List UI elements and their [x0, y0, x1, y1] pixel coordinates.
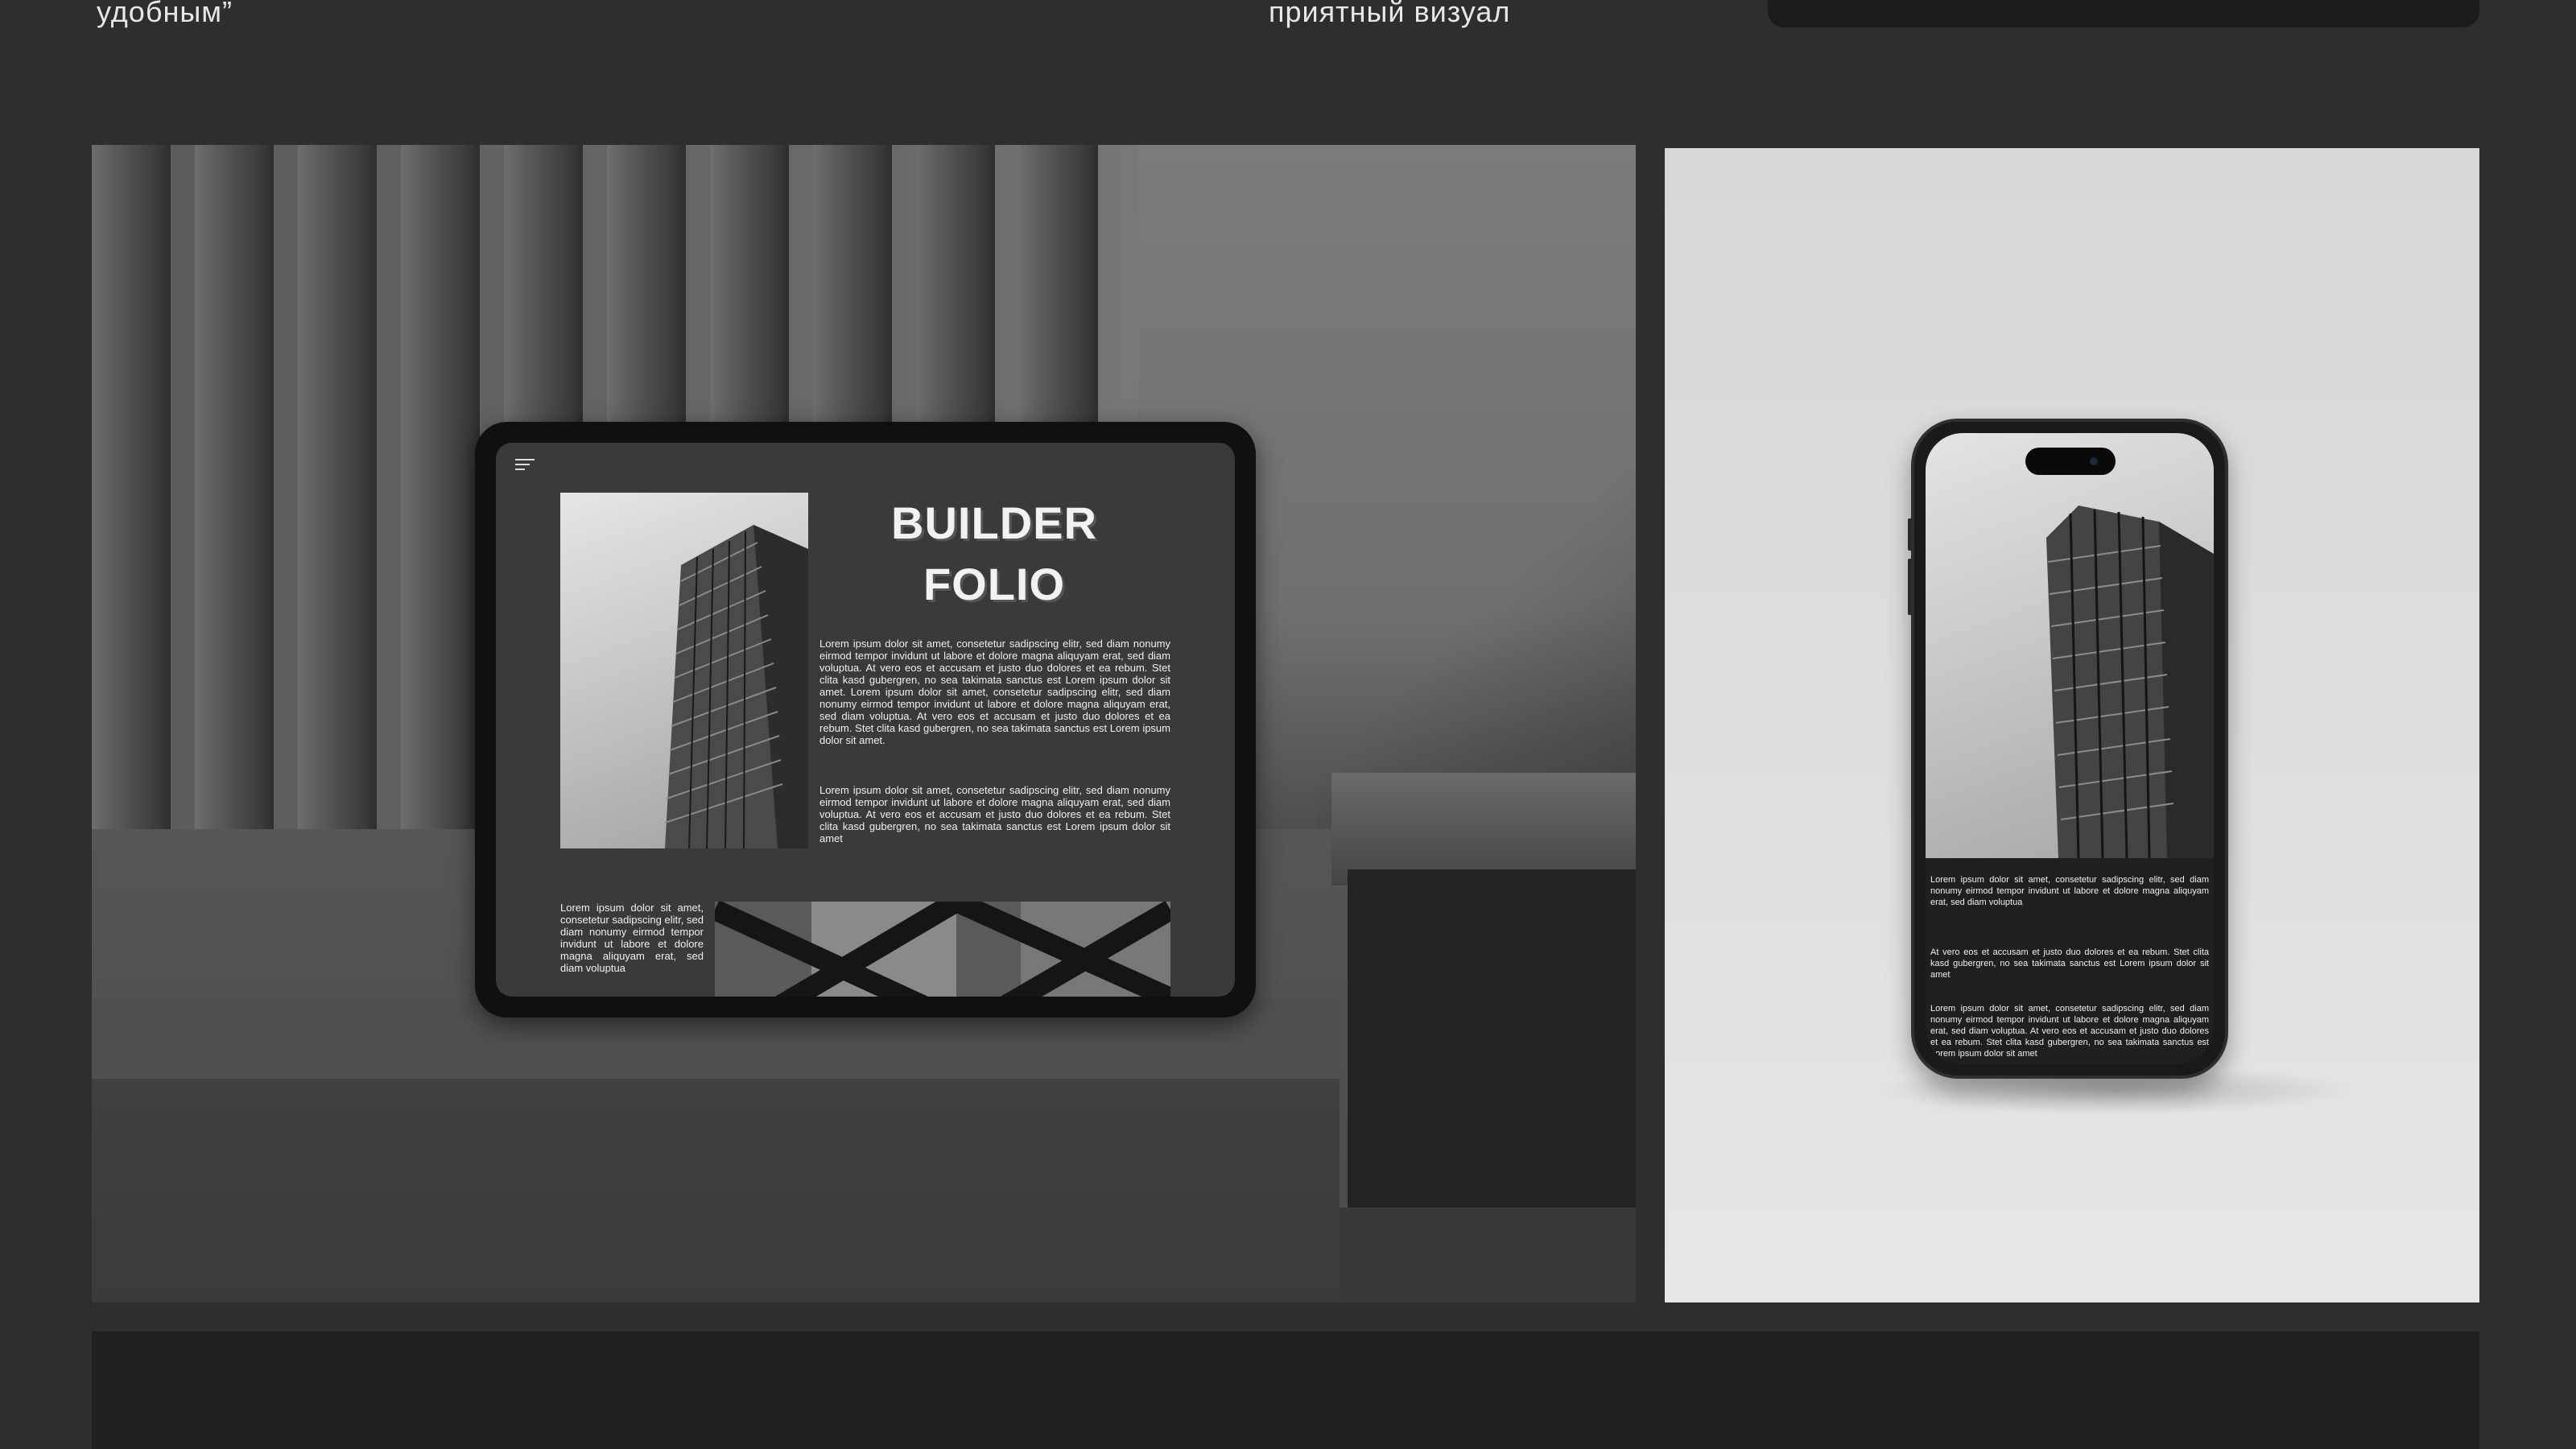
phone-side-button: [1908, 559, 1912, 615]
tablet-small-text: Lorem ipsum dolor sit amet, consetetur s…: [560, 902, 704, 974]
tablet-device: BUILDER FOLIO Lorem ipsum dolor sit amet…: [475, 422, 1256, 1018]
wall-slat: [401, 145, 480, 837]
building-photo: [560, 493, 808, 848]
camera-icon: [2090, 457, 2098, 465]
phone-building-photo: [1926, 433, 2214, 858]
hamburger-menu-icon[interactable]: [515, 459, 535, 473]
phone-paragraph-3: Lorem ipsum dolor sit amet, consetetur s…: [1930, 1004, 2209, 1059]
phone-device: Lorem ipsum dolor sit amet, consetetur s…: [1908, 419, 2228, 1079]
phone-side-button: [1908, 518, 1912, 551]
header-text-middle: приятный визуал: [1269, 0, 1511, 28]
header-text-left: удобным”: [97, 0, 233, 28]
tablet-mockup-scene: BUILDER FOLIO Lorem ipsum dolor sit amet…: [92, 145, 1636, 1302]
bottom-band: [92, 1331, 2479, 1449]
tablet-title: BUILDER FOLIO: [818, 493, 1170, 615]
header-bar: [1768, 0, 2479, 27]
plinth-front: [92, 1079, 1340, 1302]
scene-ledge: [1331, 773, 1636, 886]
phone-screen: Lorem ipsum dolor sit amet, consetetur s…: [1926, 433, 2214, 1064]
scene-shelf: [1340, 1208, 1636, 1302]
title-line-2: FOLIO: [923, 559, 1066, 609]
tablet-paragraph-1: Lorem ipsum dolor sit amet, consetetur s…: [819, 638, 1170, 746]
wall-slat: [92, 145, 171, 837]
dynamic-island: [2025, 448, 2116, 475]
wall-slat: [195, 145, 274, 837]
phone-paragraph-2: At vero eos et accusam et justo duo dolo…: [1930, 947, 2209, 980]
tablet-paragraph-2: Lorem ipsum dolor sit amet, consetetur s…: [819, 784, 1170, 844]
phone-paragraph-1: Lorem ipsum dolor sit amet, consetetur s…: [1930, 875, 2209, 907]
structure-photo: [715, 902, 1170, 997]
phone-mockup-scene: Lorem ipsum dolor sit amet, consetetur s…: [1665, 148, 2479, 1302]
title-line-1: BUILDER: [891, 497, 1097, 548]
tablet-screen: BUILDER FOLIO Lorem ipsum dolor sit amet…: [496, 443, 1235, 997]
wall-slat: [298, 145, 377, 837]
